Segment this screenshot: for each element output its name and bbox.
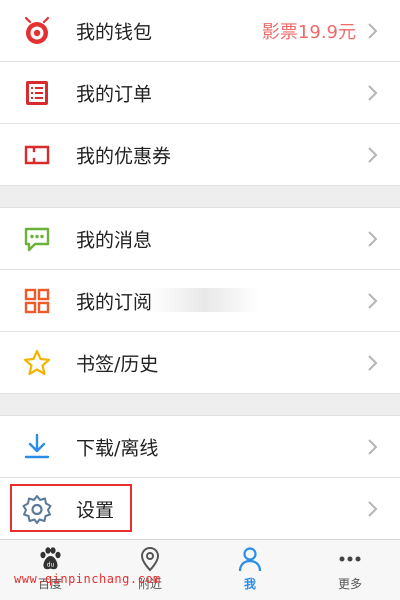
chevron-right-icon	[366, 499, 380, 519]
message-icon	[22, 224, 52, 254]
chevron-right-icon	[366, 83, 380, 103]
menu-item-settings[interactable]: 设置	[0, 478, 400, 540]
tab-more[interactable]: 更多	[300, 540, 400, 600]
svg-text:du: du	[47, 562, 55, 569]
menu-item-label: 我的钱包	[76, 21, 153, 43]
menu-item-orders[interactable]: 我的订单	[0, 62, 400, 124]
section-divider	[0, 394, 400, 416]
menu-item-label: 下载/离线	[76, 437, 159, 459]
chevron-right-icon	[366, 437, 380, 457]
section-divider	[0, 186, 400, 208]
menu-item-downloads[interactable]: 下载/离线	[0, 416, 400, 478]
tab-nearby[interactable]: 附近	[100, 540, 200, 600]
gear-icon	[22, 494, 52, 524]
tab-label: 附近	[137, 577, 162, 591]
chevron-right-icon	[366, 291, 380, 311]
menu-item-coupons[interactable]: 我的优惠券	[0, 124, 400, 186]
chevron-right-icon	[366, 21, 380, 41]
chevron-right-icon	[366, 145, 380, 165]
wallet-promo-text: 影票19.9元	[261, 21, 356, 43]
menu-item-wallet[interactable]: 我的钱包 影票19.9元	[0, 0, 400, 62]
tab-baidu[interactable]: du 百度	[0, 540, 100, 600]
baidu-paw-icon: du	[37, 546, 63, 572]
grid-icon	[22, 286, 52, 316]
tab-label: 更多	[337, 577, 362, 591]
coupon-icon	[22, 140, 52, 170]
star-icon	[22, 348, 52, 378]
bottom-tab-bar: du 百度 附近 我 更多	[0, 539, 400, 600]
location-pin-icon	[137, 546, 163, 572]
menu-item-label: 书签/历史	[76, 353, 159, 375]
menu-item-label: 我的订阅	[76, 291, 153, 313]
person-icon	[237, 546, 263, 572]
menu-item-messages[interactable]: 我的消息	[0, 208, 400, 270]
menu-list: 我的钱包 影票19.9元 我的订单 我的优惠券 我的消息 我的订阅 书签/历史 …	[0, 0, 400, 540]
menu-item-label: 我的优惠券	[76, 145, 172, 167]
more-dots-icon	[337, 546, 363, 572]
chevron-right-icon	[366, 229, 380, 249]
menu-item-bookmarks[interactable]: 书签/历史	[0, 332, 400, 394]
menu-item-label: 设置	[76, 499, 115, 521]
order-list-icon	[22, 78, 52, 108]
menu-item-label: 我的消息	[76, 229, 153, 251]
menu-item-subscriptions[interactable]: 我的订阅	[0, 270, 400, 332]
tab-label: 我	[243, 577, 256, 591]
wallet-icon	[22, 16, 52, 46]
tab-me[interactable]: 我	[200, 540, 300, 600]
tab-label: 百度	[37, 577, 62, 591]
chevron-right-icon	[366, 353, 380, 373]
download-icon	[22, 432, 52, 462]
menu-item-label: 我的订单	[76, 83, 153, 105]
